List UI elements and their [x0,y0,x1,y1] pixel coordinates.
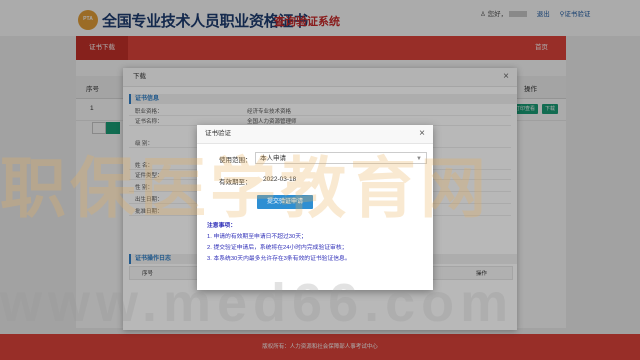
validity-value[interactable]: 2022-03-18 [263,176,296,183]
note-item: 2. 提交验证申请后，系统将在24小时内完成验证审核； [207,245,348,251]
submit-verify-button[interactable]: 提交验证申请 [257,195,313,209]
notes-title: 注意事项： [207,223,236,229]
scope-select[interactable]: 本人申请 ▼ [255,152,427,164]
verify-dialog-title: 证书验证 [197,125,433,144]
note-item: 3. 本系统30天内最多允许存在3条有效的证书验证信息。 [207,256,351,262]
close-icon[interactable]: × [419,128,425,139]
verify-dialog: 证书验证 × 使用范围： 本人申请 ▼ 有效期至： 2022-03-18 提交验… [197,125,433,290]
note-item: 1. 申请的有效期至申请日不超过30天； [207,234,307,240]
chevron-down-icon: ▼ [416,156,422,162]
scope-value: 本人申请 [260,155,286,162]
validity-label: 有效期至： [219,179,252,186]
notes-block: 注意事项： 1. 申请的有效期至申请日不超过30天； 2. 提交验证申请后，系统… [207,221,427,265]
scope-label: 使用范围： [219,157,252,164]
